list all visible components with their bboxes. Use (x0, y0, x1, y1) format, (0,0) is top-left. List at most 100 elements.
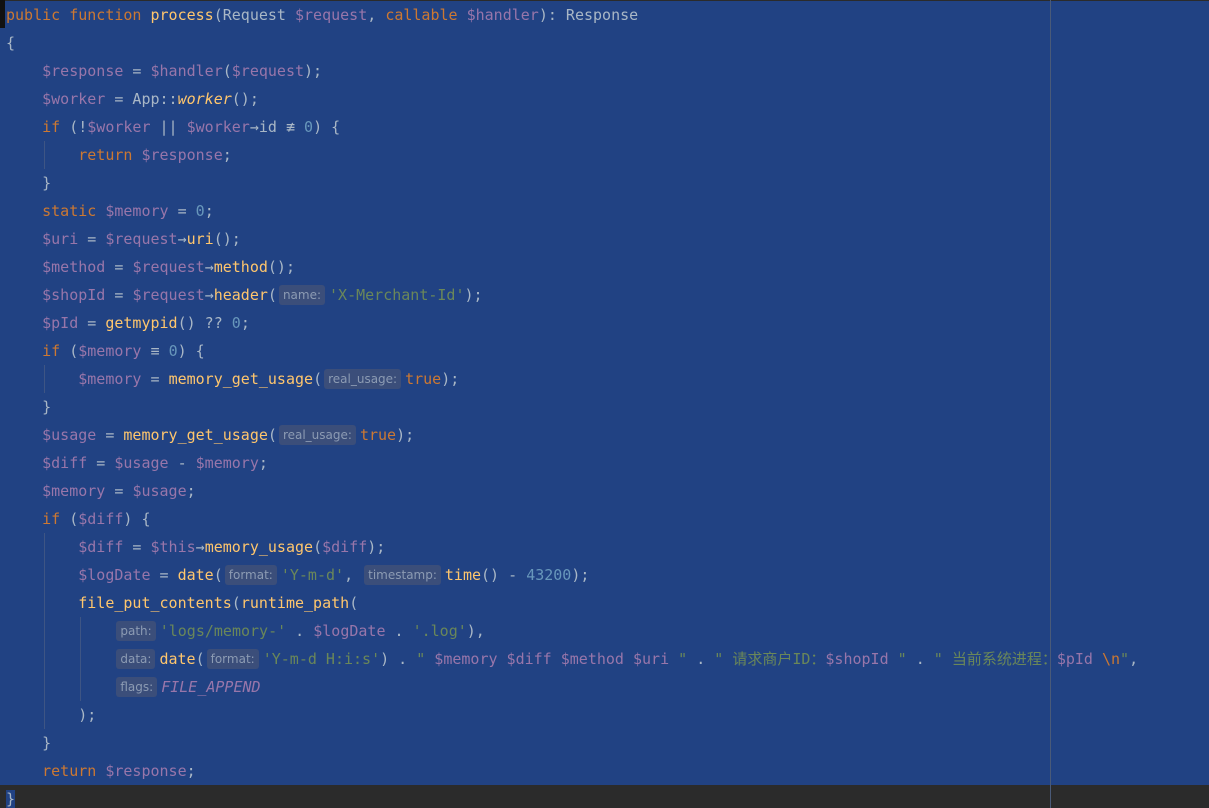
code-token: ( (213, 566, 223, 584)
code-token: public function (6, 6, 151, 24)
code-line[interactable]: $memory = $usage; (0, 477, 1209, 505)
code-line[interactable]: } (0, 393, 1209, 421)
code-line[interactable]: return $response; (0, 141, 1209, 169)
code-line[interactable]: $logDate = date(format: 'Y-m-d', timestam… (0, 561, 1209, 589)
code-line[interactable]: { (0, 29, 1209, 57)
code-token: , (367, 6, 386, 24)
code-line[interactable]: $method = $request→method(); (0, 253, 1209, 281)
code-line[interactable]: ); (0, 701, 1209, 729)
code-token: date (177, 566, 214, 584)
code-token: $response (141, 146, 223, 164)
code-line[interactable]: path:'logs/memory-' . $logDate . '.log')… (0, 617, 1209, 645)
code-line[interactable]: public function process(Request $request… (0, 1, 1209, 29)
code-line[interactable]: $pId = getmypid() ?? 0; (0, 309, 1209, 337)
code-line[interactable]: flags: FILE_APPEND (0, 673, 1209, 701)
code-token: worker (177, 90, 232, 108)
code-token: 'X-Merchant-Id' (329, 286, 465, 304)
code-token: ( (349, 594, 359, 612)
code-token: $logDate (313, 622, 386, 640)
code-token: ( (267, 426, 277, 444)
code-line[interactable]: if (!$worker || $worker→id ≢ 0) { (0, 113, 1209, 141)
code-line[interactable]: file_put_contents(runtime_path( (0, 589, 1209, 617)
code-token: ) { (123, 510, 151, 528)
code-line-text: static $memory = 0; (0, 202, 214, 220)
code-token: $worker (87, 118, 151, 136)
code-token: = (87, 454, 115, 472)
parameter-hint: real_usage: (278, 425, 356, 445)
code-line[interactable]: $diff = $usage - $memory; (0, 449, 1209, 477)
code-token: (! (69, 118, 88, 136)
code-token: (); (267, 258, 295, 276)
code-line[interactable]: static $memory = 0; (0, 197, 1209, 225)
code-line[interactable]: if ($memory ≡ 0) { (0, 337, 1209, 365)
code-token: ); (78, 706, 97, 724)
code-token: = (78, 314, 106, 332)
code-line[interactable]: $usage = memory_get_usage(real_usage: tru… (0, 421, 1209, 449)
code-line-text: $memory = memory_get_usage(real_usage: tr… (0, 369, 459, 389)
code-line[interactable]: data: date(format: 'Y-m-d H:i:s') . " $mem… (0, 645, 1209, 673)
code-token: } (42, 174, 52, 192)
code-token: = (78, 230, 106, 248)
code-token: ); (464, 286, 483, 304)
code-token: → (177, 230, 187, 248)
code-token: $uri (632, 650, 670, 668)
code-token: return (78, 146, 142, 164)
code-line-text: $logDate = date(format: 'Y-m-d', timestam… (0, 565, 589, 585)
code-editor[interactable]: public function process(Request $request… (0, 0, 1209, 808)
code-token: " (1120, 650, 1130, 668)
code-token: time (444, 566, 482, 584)
code-token: 0 (304, 118, 314, 136)
code-line[interactable]: if ($diff) { (0, 505, 1209, 533)
code-line[interactable]: } (0, 169, 1209, 197)
code-token: , (344, 566, 363, 584)
code-token: ); (367, 538, 386, 556)
parameter-hint: path: (116, 621, 156, 641)
code-line-text: return $response; (0, 146, 232, 164)
code-line[interactable]: } (0, 729, 1209, 757)
code-line[interactable]: } (0, 785, 1209, 808)
code-token: $method (560, 650, 624, 668)
code-token: $method (42, 258, 106, 276)
code-token: } (42, 734, 52, 752)
code-token: uri (186, 230, 214, 248)
code-token: memory_usage (204, 538, 314, 556)
code-token: = (168, 202, 196, 220)
code-line[interactable]: $response = $handler($request); (0, 57, 1209, 85)
code-line-text: } (0, 790, 16, 808)
code-token: = App:: (105, 90, 178, 108)
code-token: = (150, 566, 178, 584)
code-line-text: $worker = App::worker(); (0, 90, 259, 108)
code-token: $uri (42, 230, 79, 248)
code-line[interactable]: $memory = memory_get_usage(real_usage: tr… (0, 365, 1209, 393)
parameter-hint: format: (206, 649, 259, 669)
code-token: = (105, 286, 133, 304)
code-token: $usage (132, 482, 187, 500)
code-line-text: file_put_contents(runtime_path( (0, 594, 358, 612)
code-token: ≡ (141, 342, 169, 360)
code-line-text: $shopId = $request→header(name: 'X-Mercha… (0, 285, 483, 305)
code-token: $diff (78, 538, 124, 556)
code-line[interactable]: $worker = App::worker(); (0, 85, 1209, 113)
code-token: $request (105, 230, 178, 248)
code-line[interactable]: $uri = $request→uri(); (0, 225, 1209, 253)
code-area[interactable]: public function process(Request $request… (0, 1, 1209, 808)
code-line-text: } (0, 734, 51, 752)
parameter-hint: real_usage: (324, 369, 402, 389)
code-line[interactable]: $diff = $this→memory_usage($diff); (0, 533, 1209, 561)
code-line-text: $pId = getmypid() ?? 0; (0, 314, 250, 332)
code-token: $worker (42, 90, 106, 108)
code-line-text: } (0, 398, 51, 416)
code-token: 0 (168, 342, 178, 360)
code-line[interactable]: return $response; (0, 757, 1209, 785)
code-line[interactable]: $shopId = $request→header(name: 'X-Mercha… (0, 281, 1209, 309)
